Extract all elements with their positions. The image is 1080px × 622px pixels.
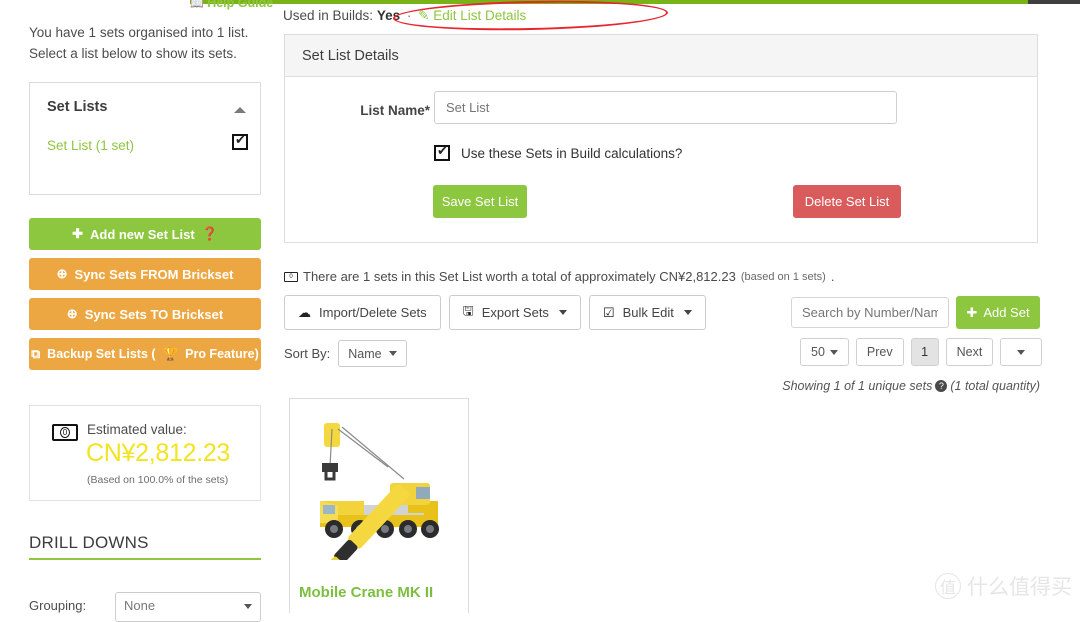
showing-text: Showing 1 of 1 unique sets [782,379,933,393]
separator-dot: · [406,8,412,23]
page-jump-dropdown[interactable] [1000,338,1043,366]
plus-icon: ✚ [72,226,83,241]
add-new-set-list-label: Add new Set List [89,226,195,242]
question-circle-icon[interactable]: ? [935,380,948,392]
set-list-item-checkbox[interactable] [232,132,248,150]
sort-by-row: Sort By: Name [284,340,407,367]
sidebar-intro-text: You have 1 sets organised into 1 list. S… [29,25,249,61]
main-content: Used in Builds: Yes · ✎ Edit List Detail… [275,0,1080,613]
used-in-builds-row: Used in Builds: Yes · ✎ Edit List Detail… [283,8,526,24]
floppy-disk-icon: 🖫 [462,302,474,318]
used-in-builds-value: Yes [376,8,401,23]
bulk-edit-button[interactable]: ☑ Bulk Edit [588,295,706,330]
set-lists-panel-title: Set Lists [47,99,108,115]
set-lists-panel: Set Lists Set List (1 set) [29,82,261,195]
banknote-icon: 0 [52,424,78,441]
chevron-down-icon [558,310,567,315]
grouping-select[interactable]: None [115,592,261,622]
bulk-edit-label: Bulk Edit [622,305,674,320]
page-size-value: 50 [811,345,825,359]
checkbox-icon: ☑ [602,304,615,320]
set-name-link[interactable]: Mobile Crane MK II [299,584,433,601]
showing-count-text: Showing 1 of 1 unique sets ? (1 total qu… [782,379,1040,393]
import-delete-sets-button[interactable]: ☁ Import/Delete Sets [284,295,441,330]
save-set-list-button[interactable]: Save Set List [433,185,527,218]
arrow-up-circle-icon: ⊕ [66,306,78,321]
chevron-down-icon [1017,349,1026,355]
banknote-icon: 0 [284,271,298,282]
search-input[interactable] [791,297,949,328]
cloud-upload-icon: ☁ [298,304,311,320]
estimated-value-label: Estimated value: [87,422,187,437]
chevron-up-icon[interactable] [234,107,246,113]
set-list-details-header: Set List Details [285,35,1037,77]
estimated-value-sub: (Based on 100.0% of the sets) [87,474,229,486]
sync-sets-to-brickset-button[interactable]: ⊕ Sync Sets TO Brickset [29,298,261,330]
backup-label-suffix: Pro Feature) [185,347,259,361]
delete-set-list-button[interactable]: Delete Set List [793,185,901,218]
chevron-down-icon [388,351,397,356]
backup-set-lists-button[interactable]: ⧉ Backup Set Lists ( 🏆 Pro Feature) [29,338,261,370]
question-circle-icon[interactable]: ❓ [202,226,218,242]
edit-square-icon[interactable]: ✎ [418,8,429,23]
lego-mobile-crane-photo [320,423,439,560]
drill-downs-heading: DRILL DOWNS [29,533,149,552]
sort-by-label: Sort By: [284,346,331,361]
sync-sets-from-brickset-button[interactable]: ⊕ Sync Sets FROM Brickset [29,258,261,290]
import-delete-sets-label: Import/Delete Sets [319,305,427,320]
showing-suffix: (1 total quantity) [950,379,1040,393]
build-calculations-row: Use these Sets in Build calculations? [434,143,683,161]
list-name-input[interactable] [434,91,897,124]
sort-by-value: Name [348,346,382,361]
set-list-worth-line: 0 There are 1 sets in this Set List wort… [284,269,834,284]
worth-text: There are 1 sets in this Set List worth … [303,269,736,284]
backup-label: Backup Set Lists ( [47,347,156,361]
sort-by-select[interactable]: Name [338,340,407,367]
set-list-details-body: List Name* Use these Sets in Build calcu… [285,77,1037,242]
used-in-builds-prefix: Used in Builds: [283,8,374,23]
set-list-details-card: Set List Details List Name* Use these Se… [284,34,1038,243]
sync-from-label: Sync Sets FROM Brickset [74,266,234,282]
prev-page-button[interactable]: Prev [855,338,904,366]
grouping-value: None [124,598,156,613]
arrow-down-circle-icon: ⊕ [56,266,68,281]
estimated-value-amount: CN¥2,812.23 [86,439,231,467]
grouping-label: Grouping: [29,598,87,613]
worth-basis: (based on 1 sets) [740,270,826,283]
trophy-icon: 🏆 [162,346,179,361]
list-name-label: List Name* [360,103,430,118]
edit-list-details-link[interactable]: Edit List Details [433,8,526,23]
export-sets-button[interactable]: 🖫 Export Sets [448,295,581,330]
export-sets-label: Export Sets [481,305,549,320]
chevron-down-icon [683,310,692,315]
add-set-label: Add Set [983,305,1030,320]
estimated-value-box: 0 Estimated value: CN¥2,812.23 (Based on… [29,405,261,501]
build-calculations-checkbox[interactable] [434,143,450,161]
set-list-item-link[interactable]: Set List (1 set) [47,138,134,153]
sidebar: You have 1 sets organised into 1 list. S… [0,0,275,622]
worth-tail: . [830,269,835,284]
plus-icon: ✚ [966,304,978,320]
drill-downs-divider [29,558,261,560]
next-page-button[interactable]: Next [945,338,994,366]
chevron-down-icon [829,349,838,355]
sync-to-label: Sync Sets TO Brickset [84,306,224,322]
set-card[interactable]: Mobile Crane MK II [289,398,469,613]
page-size-select[interactable]: 50 [800,338,849,366]
pagination: 50 Prev 1 Next [800,338,1043,366]
copy-icon: ⧉ [31,346,41,361]
sets-toolbar: ☁ Import/Delete Sets 🖫 Export Sets ☑ Bul… [284,295,706,330]
chevron-down-icon [244,604,252,609]
add-new-set-list-button[interactable]: ✚ Add new Set List ❓ [29,218,261,250]
page-1-button[interactable]: 1 [910,338,939,366]
build-calculations-label: Use these Sets in Build calculations? [461,145,683,161]
add-set-button[interactable]: ✚ Add Set [956,296,1040,329]
